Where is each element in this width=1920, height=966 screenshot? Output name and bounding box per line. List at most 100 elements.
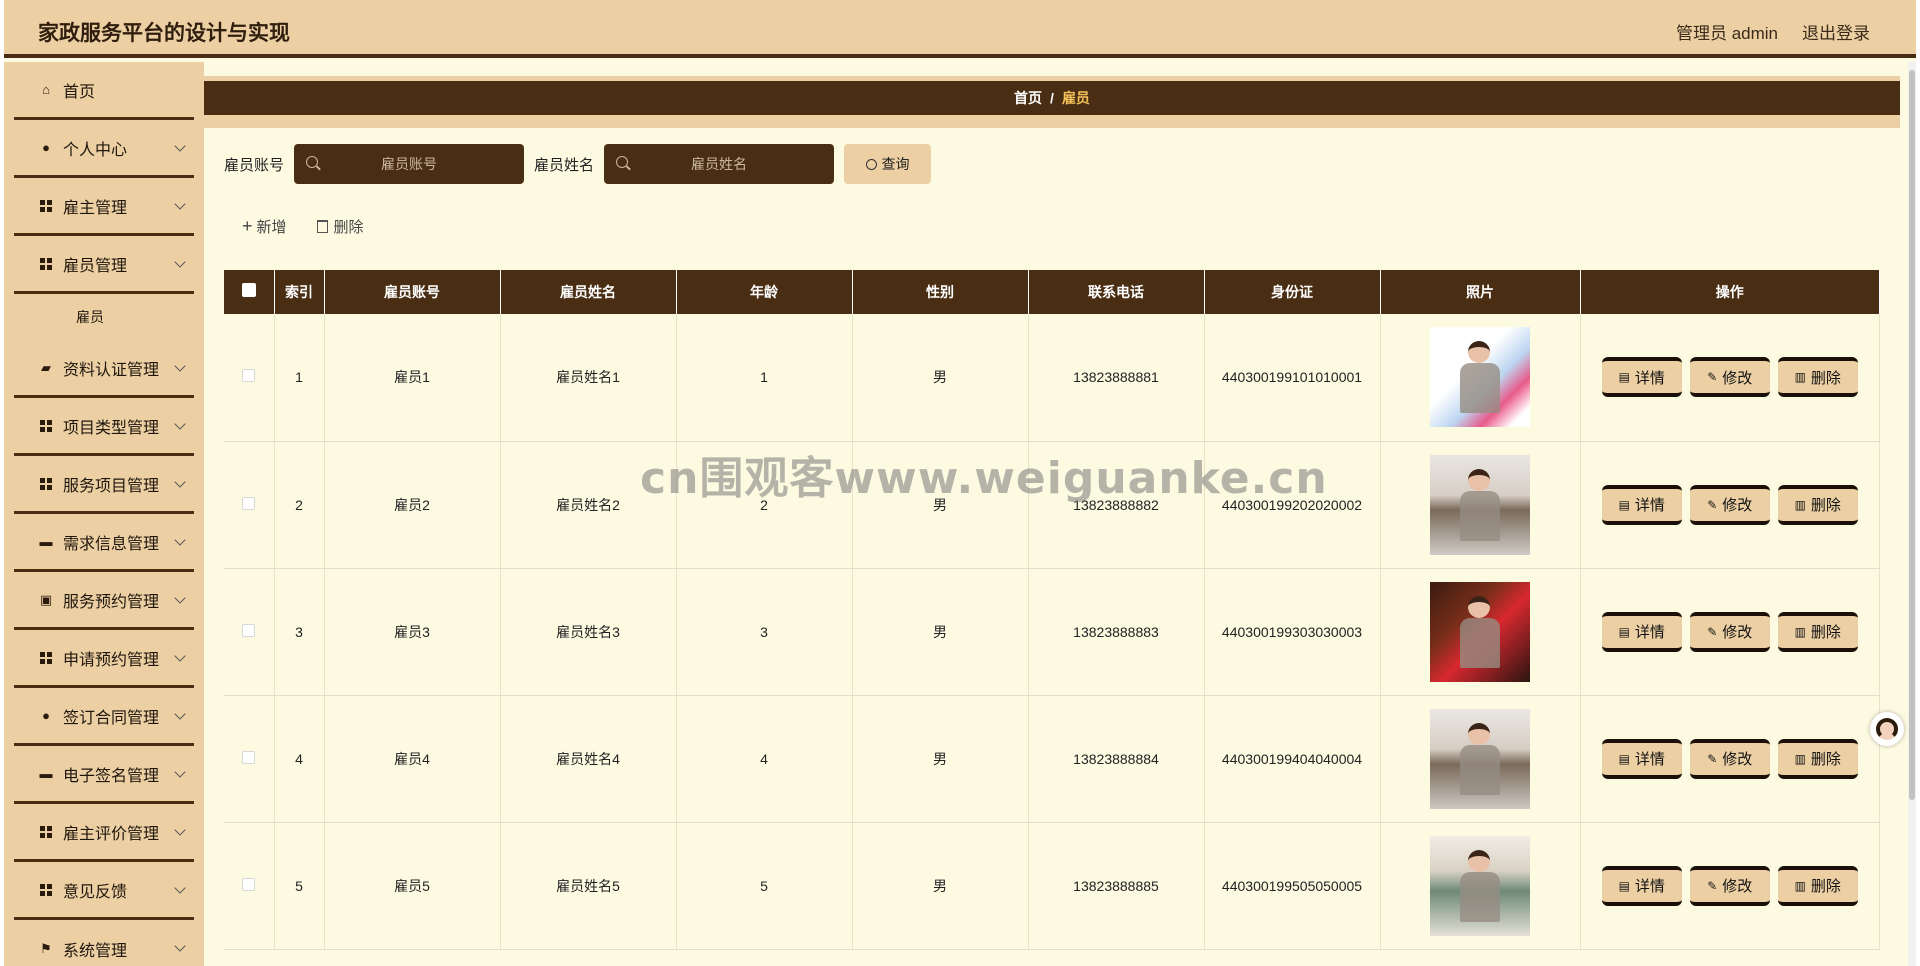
delete-button[interactable]: ▥ 删除 [1777, 484, 1858, 525]
name-placeholder: 雇员姓名 [691, 156, 748, 172]
delete-button[interactable]: ▥ 删除 [1777, 865, 1858, 906]
detail-button[interactable]: ▤ 详情 [1601, 357, 1682, 398]
sidebar-item-employees[interactable]: 雇员管理 [14, 236, 194, 294]
sidebar-item-e-signatures[interactable]: ▬ 电子签名管理 [14, 746, 194, 804]
sidebar-item-certification[interactable]: ▰ 资料认证管理 [14, 340, 194, 398]
breadcrumb-home[interactable]: 首页 [1014, 90, 1042, 106]
row-checkbox[interactable] [242, 623, 256, 637]
name-search-input[interactable]: 雇员姓名 [604, 144, 835, 184]
cell-phone: 13823888883 [1028, 568, 1205, 696]
sidebar-item-feedback[interactable]: 意见反馈 [14, 862, 194, 920]
cell-gender: 男 [852, 695, 1029, 823]
edit-button[interactable]: ✎ 修改 [1689, 611, 1770, 652]
sidebar-item-project-types[interactable]: 项目类型管理 [14, 398, 194, 456]
search-icon [865, 158, 877, 170]
cell-gender: 男 [852, 568, 1029, 696]
query-button[interactable]: 查询 [844, 144, 932, 184]
edit-label: 修改 [1722, 497, 1753, 514]
detail-label: 详情 [1634, 497, 1665, 514]
current-user[interactable]: 管理员 admin [1676, 19, 1778, 44]
sidebar-subitem-employee[interactable]: 雇员 [14, 294, 194, 340]
sidebar-item-home[interactable]: ⌂ 首页 [14, 62, 194, 120]
cell-id-card: 440300199303030003 [1204, 568, 1381, 696]
employee-table: 索引 雇员账号 雇员姓名 年龄 性别 联系电话 身份证 照片 操作 1 雇员1 雇员… [224, 270, 1880, 950]
cell-age: 3 [676, 568, 853, 696]
employee-photo[interactable] [1430, 454, 1530, 555]
sidebar-item-employers[interactable]: 雇主管理 [14, 178, 194, 236]
col-header: 性别 [852, 270, 1029, 314]
chevron-down-icon [174, 766, 186, 778]
employee-photo[interactable] [1430, 835, 1530, 936]
detail-button[interactable]: ▤ 详情 [1601, 484, 1682, 525]
add-button[interactable]: + 新增 [242, 216, 287, 237]
sidebar-item-profile[interactable]: ● 个人中心 [14, 120, 194, 178]
watermark: cn围观客www.weiguanke.cn [640, 453, 1328, 504]
breadcrumb: 首页 / 雇员 [204, 81, 1900, 115]
document-icon: ▤ [1618, 624, 1630, 639]
sidebar-item-label: 系统管理 [63, 943, 128, 960]
scrollbar[interactable] [1908, 62, 1916, 966]
trash-icon: ▥ [1794, 497, 1806, 512]
chevron-down-icon [174, 198, 186, 210]
sidebar-item-system[interactable]: ⚑ 系统管理 [14, 920, 194, 966]
row-checkbox[interactable] [242, 369, 256, 383]
cell-account: 雇员1 [324, 314, 501, 442]
delete-label: 删除 [1810, 369, 1841, 387]
cell-account: 雇员5 [324, 822, 501, 950]
cell-actions: ▤ 详情 ✎ 修改 ▥ 删除 [1580, 822, 1880, 950]
employee-photo[interactable] [1430, 581, 1530, 682]
search-icon [616, 156, 629, 168]
edit-label: 修改 [1722, 878, 1753, 895]
scrollbar-thumb[interactable] [1909, 70, 1915, 800]
cell-account: 雇员3 [324, 568, 501, 696]
row-checkbox[interactable] [242, 877, 256, 891]
delete-button[interactable]: ▥ 删除 [1777, 611, 1858, 652]
row-checkbox[interactable] [242, 496, 256, 510]
account-label: 雇员账号 [224, 156, 285, 174]
delete-button[interactable]: ▥ 删除 [1777, 357, 1858, 398]
edit-label: 修改 [1722, 369, 1753, 387]
cell-age: 1 [676, 314, 853, 442]
detail-button[interactable]: ▤ 详情 [1601, 611, 1682, 652]
add-label: 新增 [256, 219, 287, 236]
sidebar-item-label: 资料认证管理 [63, 361, 160, 379]
edit-label: 修改 [1722, 624, 1753, 641]
detail-button[interactable]: ▤ 详情 [1601, 738, 1682, 779]
table-row[interactable]: 1 雇员1 雇员姓名1 1 男 13823888881 440300199101010001… [224, 314, 1880, 442]
row-checkbox[interactable] [242, 750, 256, 764]
sidebar-item-service-projects[interactable]: 服务项目管理 [14, 456, 194, 514]
select-all-checkbox[interactable] [241, 283, 256, 297]
sidebar-item-label: 服务项目管理 [63, 477, 160, 495]
clipboard-icon: ▣ [39, 591, 53, 607]
table-row[interactable]: 5 雇员5 雇员姓名5 5 男 13823888885 440300199505050005… [224, 822, 1880, 950]
action-bar: + 新增 删除 [242, 216, 364, 237]
detail-label: 详情 [1634, 624, 1665, 641]
sidebar-item-contracts[interactable]: ● 签订合同管理 [14, 688, 194, 746]
sidebar-item-label: 项目类型管理 [63, 419, 160, 437]
delete-button[interactable]: ▥ 删除 [1777, 738, 1858, 779]
bulk-delete-button[interactable]: 删除 [316, 216, 364, 237]
cell-phone: 13823888884 [1028, 695, 1205, 823]
sidebar-item-demands[interactable]: ▬ 需求信息管理 [14, 514, 194, 572]
detail-button[interactable]: ▤ 详情 [1601, 865, 1682, 906]
employee-photo[interactable] [1430, 327, 1530, 428]
sidebar-item-service-booking[interactable]: ▣ 服务预约管理 [14, 572, 194, 630]
sidebar-item-employer-reviews[interactable]: 雇主评价管理 [14, 804, 194, 862]
chevron-down-icon [174, 534, 186, 546]
assistant-avatar[interactable] [1870, 712, 1904, 746]
table-row[interactable]: 3 雇员3 雇员姓名3 3 男 13823888883 440300199303030003… [224, 568, 1880, 696]
document-icon: ▤ [1618, 497, 1630, 512]
table-row[interactable]: 4 雇员4 雇员姓名4 4 男 13823888884 440300199404040004… [224, 695, 1880, 823]
trash-icon: ▥ [1794, 624, 1806, 639]
edit-button[interactable]: ✎ 修改 [1689, 738, 1770, 779]
logout-link[interactable]: 退出登录 [1802, 19, 1870, 44]
edit-button[interactable]: ✎ 修改 [1689, 865, 1770, 906]
cell-account: 雇员2 [324, 441, 501, 569]
account-search-input[interactable]: 雇员账号 [294, 144, 525, 184]
edit-button[interactable]: ✎ 修改 [1689, 484, 1770, 525]
sidebar-item-booking-requests[interactable]: 申请预约管理 [14, 630, 194, 688]
employee-photo[interactable] [1430, 708, 1530, 809]
monitor-icon: ▬ [39, 534, 53, 549]
edit-button[interactable]: ✎ 修改 [1689, 357, 1770, 398]
chevron-down-icon [174, 256, 186, 268]
